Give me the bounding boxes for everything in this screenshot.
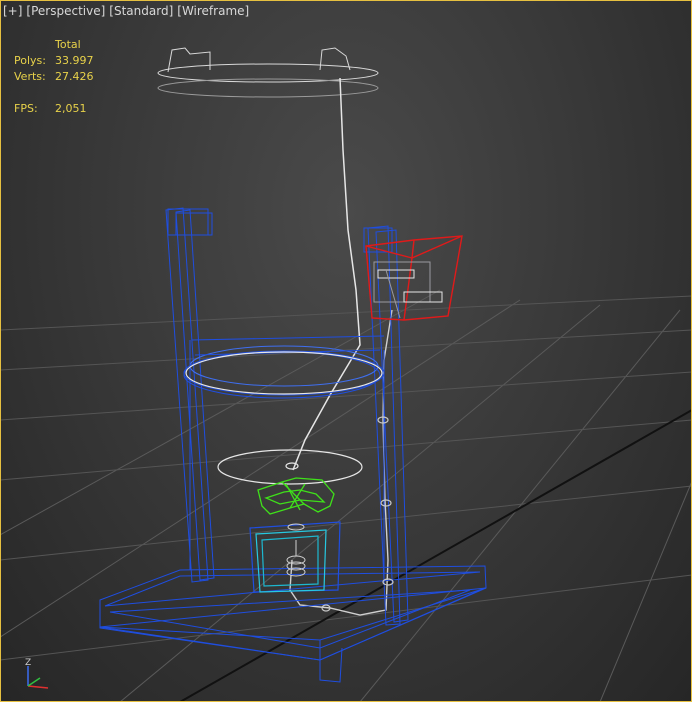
- cable[interactable]: [292, 77, 361, 471]
- cable-clips: [321, 416, 394, 612]
- cyan-bracket[interactable]: [249, 521, 341, 593]
- viewport-shading-menu[interactable]: [Standard]: [109, 4, 173, 18]
- stats-header: Total: [55, 38, 81, 51]
- statistics-overlay: Total Polys: 33.997 Verts: 27.426 FPS: 2…: [14, 37, 94, 117]
- stats-fps-value: 2,051: [55, 102, 87, 115]
- viewport-pov-menu[interactable]: [Perspective]: [26, 4, 105, 18]
- perspective-viewport[interactable]: [+] [Perspective] [Standard] [Wireframe]…: [0, 0, 692, 702]
- stats-polys-label: Polys:: [14, 54, 46, 67]
- axis-gizmo-icon: Z: [25, 658, 49, 689]
- viewport-display-menu[interactable]: [Wireframe]: [177, 4, 249, 18]
- wireframe-scene[interactable]: [0, 0, 692, 702]
- stats-fps-label: FPS:: [14, 102, 38, 115]
- stats-verts-row: Verts: 27.426: [14, 69, 94, 85]
- top-ring[interactable]: [157, 47, 379, 98]
- stats-fps-row: FPS: 2,051: [14, 101, 94, 117]
- white-rings[interactable]: [185, 351, 383, 485]
- axis-z-label: Z: [25, 658, 31, 668]
- viewport-labels: [+] [Perspective] [Standard] [Wireframe]: [3, 4, 249, 18]
- stats-verts-value: 27.426: [55, 70, 94, 83]
- viewport-plus-menu[interactable]: [+]: [3, 4, 22, 18]
- blue-frame[interactable]: [99, 207, 487, 683]
- stats-polys-row: Polys: 33.997: [14, 53, 94, 69]
- stats-verts-label: Verts:: [14, 70, 46, 83]
- stats-polys-value: 33.997: [55, 54, 94, 67]
